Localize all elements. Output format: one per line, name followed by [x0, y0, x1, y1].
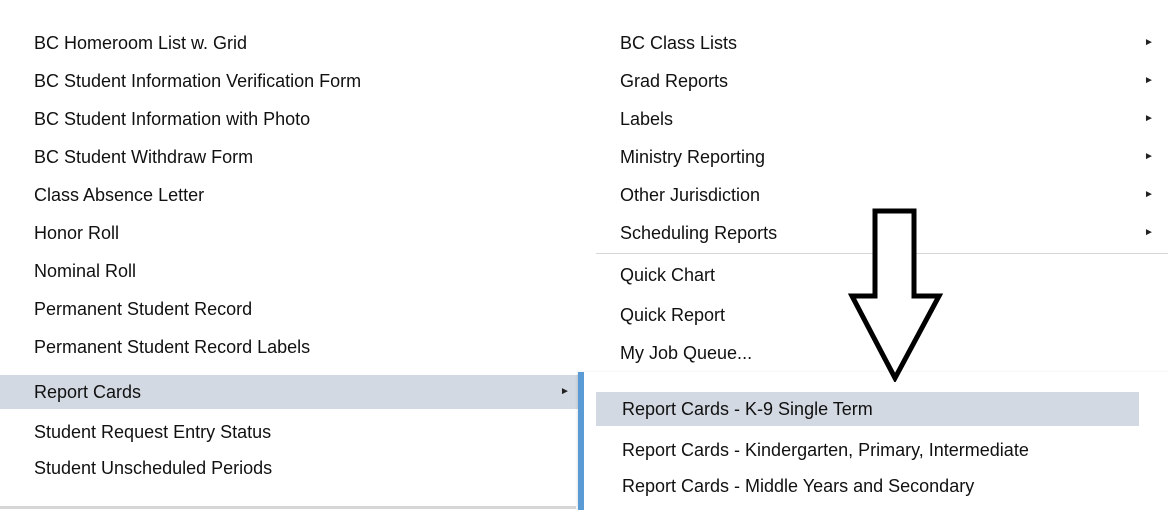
menu-item-label: Labels	[620, 109, 674, 129]
menu-item-label: Report Cards - Middle Years and Secondar…	[622, 476, 975, 496]
menu-item-ministry-reporting[interactable]: Ministry Reporting ►	[596, 140, 1168, 174]
left-menu-bottom-border	[0, 506, 576, 509]
menu-item-label: Quick Chart	[620, 265, 716, 285]
menu-item-label: Permanent Student Record Labels	[34, 337, 311, 357]
menu-item-nominal-roll[interactable]: Nominal Roll	[0, 254, 582, 288]
menu-item-label: BC Class Lists	[620, 33, 738, 53]
menu-item-label: Other Jurisdiction	[620, 185, 761, 205]
submenu-arrow-icon: ►	[1144, 37, 1154, 48]
submenu-arrow-icon: ►	[1144, 189, 1154, 200]
menu-item-class-absence-letter[interactable]: Class Absence Letter	[0, 178, 582, 212]
submenu-arrow-icon: ►	[1144, 227, 1154, 238]
menu-item-bc-student-withdraw-form[interactable]: BC Student Withdraw Form	[0, 140, 582, 174]
menu-item-label: Permanent Student Record	[34, 299, 253, 319]
menu-item-label: BC Student Information Verification Form	[34, 71, 362, 91]
submenu-item-kindergarten-primary-intermediate[interactable]: Report Cards - Kindergarten, Primary, In…	[596, 433, 1156, 467]
menu-item-label: Grad Reports	[620, 71, 729, 91]
menu-item-label: Nominal Roll	[34, 261, 137, 281]
menu-item-permanent-student-record-labels[interactable]: Permanent Student Record Labels	[0, 330, 582, 364]
menu-item-student-request-entry-status[interactable]: Student Request Entry Status	[0, 415, 582, 449]
menu-item-label: BC Student Information with Photo	[34, 109, 311, 129]
menu-item-bc-student-info-photo[interactable]: BC Student Information with Photo	[0, 102, 582, 136]
menu-item-bc-class-lists[interactable]: BC Class Lists ►	[596, 26, 1168, 60]
menu-item-permanent-student-record[interactable]: Permanent Student Record	[0, 292, 582, 326]
submenu-arrow-icon: ►	[1144, 75, 1154, 86]
submenu-arrow-icon: ►	[1144, 113, 1154, 124]
report-cards-submenu: Report Cards - K-9 Single Term Report Ca…	[578, 372, 1168, 510]
menu-item-label: Report Cards - K-9 Single Term	[622, 399, 873, 419]
menu-item-label: Student Unscheduled Periods	[34, 458, 273, 478]
menu-item-report-cards[interactable]: Report Cards ►	[0, 375, 582, 409]
menu-item-labels[interactable]: Labels ►	[596, 102, 1168, 136]
menu-item-label: BC Homeroom List w. Grid	[34, 33, 248, 53]
menu-item-label: Scheduling Reports	[620, 223, 778, 243]
menu-item-label: My Job Queue...	[620, 343, 753, 363]
down-arrow-icon	[848, 208, 944, 382]
menu-item-label: Quick Report	[620, 305, 726, 325]
menu-item-other-jurisdiction[interactable]: Other Jurisdiction ►	[596, 178, 1168, 212]
submenu-arrow-icon: ►	[560, 386, 570, 397]
menu-item-label: Report Cards - Kindergarten, Primary, In…	[622, 440, 1029, 460]
menu-item-student-unscheduled-periods[interactable]: Student Unscheduled Periods	[0, 451, 582, 485]
menu-item-label: Report Cards	[34, 382, 142, 402]
menu-item-label: Ministry Reporting	[620, 147, 766, 167]
submenu-item-middle-years-secondary[interactable]: Report Cards - Middle Years and Secondar…	[596, 469, 1156, 503]
menu-item-honor-roll[interactable]: Honor Roll	[0, 216, 582, 250]
menu-item-bc-homeroom-list[interactable]: BC Homeroom List w. Grid	[0, 26, 582, 60]
menu-item-label: Student Request Entry Status	[34, 422, 272, 442]
menu-item-grad-reports[interactable]: Grad Reports ►	[596, 64, 1168, 98]
menu-item-label: Class Absence Letter	[34, 185, 205, 205]
menu-item-label: Honor Roll	[34, 223, 120, 243]
submenu-arrow-icon: ►	[1144, 151, 1154, 162]
left-menu: BC Homeroom List w. Grid BC Student Info…	[0, 26, 582, 508]
menu-item-bc-student-info-verification[interactable]: BC Student Information Verification Form	[0, 64, 582, 98]
submenu-item-k9-single-term[interactable]: Report Cards - K-9 Single Term	[596, 392, 1139, 426]
menu-item-label: BC Student Withdraw Form	[34, 147, 254, 167]
